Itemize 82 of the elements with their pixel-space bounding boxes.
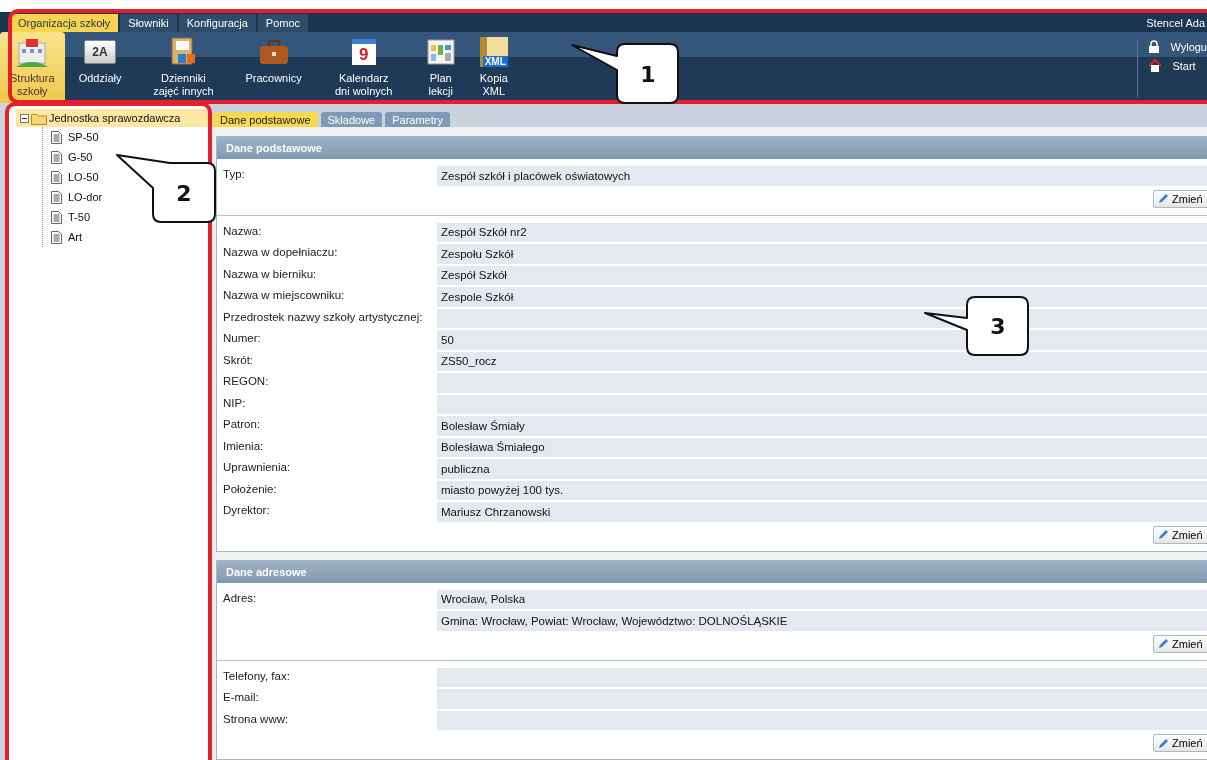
- tree-item[interactable]: T-50: [43, 207, 90, 227]
- field-value: Bolesław Śmiały: [437, 416, 1207, 436]
- menu-tab[interactable]: Pomoc: [257, 14, 309, 32]
- toolbar-button[interactable]: Plan lekcji: [415, 32, 466, 103]
- section-header: Dane podstawowe: [217, 137, 1207, 159]
- field-value: Mariusz Chrzanowski: [437, 502, 1207, 522]
- field-value: Zespołu Szkół: [437, 244, 1207, 264]
- header-link[interactable]: Wylogu: [1148, 40, 1207, 53]
- field-label: Nazwa w dopełniaczu:: [223, 245, 339, 260]
- field-value: publiczna: [437, 459, 1207, 479]
- callout-number: 1: [640, 61, 656, 87]
- field-value: Zespół Szkół nr2: [437, 222, 1207, 242]
- folder-icon: [31, 111, 47, 125]
- user-name: Stencel Ada: [1146, 16, 1206, 31]
- field-label: Typ:: [223, 167, 246, 182]
- xml-file-icon: XML: [479, 37, 508, 67]
- field-label: Dyrektor:: [223, 503, 271, 518]
- document-icon: [51, 170, 62, 184]
- toolbar-button[interactable]: 2A Oddziały: [68, 32, 132, 103]
- pencil-icon: [1158, 193, 1169, 204]
- document-icon: [51, 150, 62, 164]
- briefcase-icon: [257, 37, 290, 67]
- field-label: Strona www:: [223, 711, 290, 727]
- pencil-icon: [1158, 529, 1169, 540]
- document-icon: [51, 190, 62, 204]
- field-label: Uprawnienia:: [223, 460, 292, 475]
- toolbar-button[interactable]: 9 Kalendarz dni wolnych: [315, 32, 412, 103]
- change-button[interactable]: Zmień: [1153, 189, 1207, 208]
- timetable-icon: [425, 37, 456, 67]
- document-icon: [51, 130, 62, 144]
- field-label: Telefony, fax:: [223, 668, 291, 684]
- section-header: Dane adresowe: [217, 560, 1207, 583]
- field-label: Nazwa:: [223, 223, 263, 239]
- field-label: E-mail:: [223, 690, 260, 705]
- toolbar-button[interactable]: XML Kopia XML: [469, 32, 518, 103]
- menu-tab[interactable]: Organizacja szkoły: [10, 14, 119, 32]
- change-button[interactable]: Zmień: [1153, 734, 1207, 752]
- change-button[interactable]: Zmień: [1153, 634, 1207, 653]
- field-label: Nazwa w bierniku:: [223, 266, 318, 282]
- menu-tab[interactable]: Słowniki: [120, 14, 177, 32]
- field-label: Przedrostek nazwy szkoły artystycznej:: [223, 309, 424, 325]
- field-value: Zespół szkół i placówek oświatowych: [437, 166, 1207, 186]
- class-badge: 2A: [84, 40, 117, 64]
- document-icon: [51, 210, 62, 224]
- toolbar-button[interactable]: Struktura szkoły: [0, 32, 65, 103]
- toolbar-button[interactable]: Pracownicy: [235, 32, 312, 103]
- home-icon: [1148, 59, 1163, 72]
- field-label: Adres:: [223, 590, 258, 606]
- field-label: Imienia:: [223, 438, 265, 454]
- header-link[interactable]: Start: [1148, 59, 1207, 72]
- document-icon: [51, 230, 62, 244]
- field-label: Patron:: [223, 417, 262, 432]
- field-value: miasto powyżej 100 tys.: [437, 480, 1207, 500]
- tree-root[interactable]: Jednostka sprawozdawcza: [16, 109, 208, 127]
- tree-item[interactable]: LO-50: [43, 167, 99, 187]
- callout-number: 2: [176, 180, 192, 206]
- tree-item[interactable]: SP-50: [43, 127, 99, 147]
- calendar-icon: 9: [351, 39, 376, 65]
- pencil-icon: [1158, 737, 1169, 749]
- field-label: Skrót:: [223, 352, 255, 368]
- toolbar-button[interactable]: Dzienniki zajęć innych: [135, 32, 232, 103]
- field-value: Bolesława Śmiałego: [437, 437, 1207, 457]
- field-value: Wrocław, Polska: [437, 589, 1207, 609]
- field-label: Numer:: [223, 331, 262, 346]
- field-value: Zespole Szkół: [437, 287, 1207, 307]
- field-label: NIP:: [223, 395, 247, 411]
- tab[interactable]: Dane podstawowe: [213, 112, 318, 127]
- menu-tab[interactable]: Konfiguracja: [178, 14, 256, 32]
- field-value: ZS50_rocz: [437, 351, 1207, 371]
- field-value: Zespół Szkół: [437, 265, 1207, 285]
- field-value: Gmina: Wrocław, Powiat: Wrocław, Województwo: DOLNOŚLĄSKIE: [437, 611, 1207, 631]
- tree-item[interactable]: Art: [43, 227, 83, 247]
- pencil-icon: [1158, 638, 1169, 649]
- tree-item[interactable]: G-50: [43, 147, 93, 167]
- building-icon: [16, 37, 49, 67]
- field-label: Nazwa w miejscowniku:: [223, 288, 346, 303]
- field-label: REGON:: [223, 374, 270, 389]
- tree-item[interactable]: LO-dor: [43, 187, 103, 207]
- collapse-icon[interactable]: [20, 113, 29, 123]
- lock-icon: [1148, 40, 1161, 53]
- field-label: Położenie:: [223, 481, 278, 497]
- change-button[interactable]: Zmień: [1153, 525, 1207, 544]
